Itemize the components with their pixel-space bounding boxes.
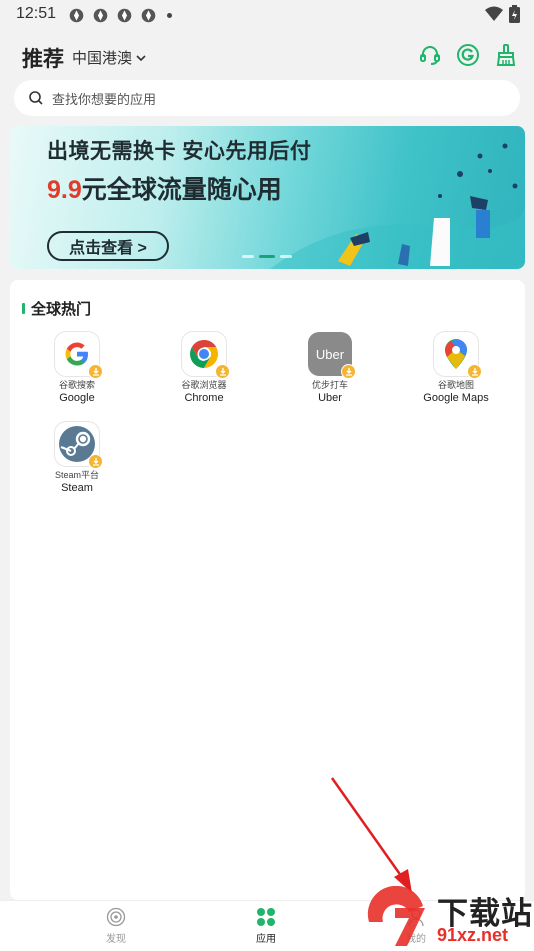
g-coin-icon[interactable] <box>456 43 480 67</box>
chrome-icon <box>182 332 230 379</box>
app-name-cn: Steam平台 <box>54 470 99 480</box>
carousel-indicator <box>242 255 292 258</box>
global-hot-apps-card: 全球热门 谷歌搜索 Google 谷歌浏览器 Chrome Uber 优步打车 … <box>10 280 525 900</box>
headset-icon[interactable] <box>418 43 442 67</box>
clean-brush-icon[interactable] <box>494 43 518 67</box>
app-item-chrome[interactable]: 谷歌浏览器 Chrome <box>146 332 262 405</box>
download-badge-icon <box>341 364 356 379</box>
promo-banner[interactable]: 出境无需换卡 安心先用后付 9.9元全球流量随心用 点击查看 > <box>10 126 525 269</box>
app-name-cn: 优步打车 <box>311 380 348 390</box>
app-name-cn: 谷歌浏览器 <box>181 380 227 390</box>
steam-icon <box>55 422 103 469</box>
app-name-cn: 谷歌地图 <box>437 380 474 390</box>
banner-headline: 出境无需换卡 安心先用后付 <box>47 140 312 163</box>
banner-price: 9.9 <box>47 176 82 204</box>
banner-subheadline: 9.9元全球流量随心用 <box>47 170 282 206</box>
notification-icon <box>93 8 108 23</box>
app-item-google-maps[interactable]: 谷歌地图 Google Maps <box>398 332 514 405</box>
app-item-steam[interactable]: Steam平台 Steam <box>19 422 135 495</box>
app-name-en: Chrome <box>184 392 224 404</box>
search-icon <box>29 91 43 105</box>
banner-cta-button[interactable]: 点击查看 > <box>47 231 169 261</box>
battery-icon <box>509 5 520 23</box>
carousel-dot-active <box>259 255 275 258</box>
header-actions <box>418 43 518 67</box>
app-name-cn: 谷歌搜索 <box>58 380 95 390</box>
google-icon <box>55 332 103 379</box>
region-selector[interactable]: 中国港澳 <box>72 47 146 68</box>
app-item-google[interactable]: 谷歌搜索 Google <box>19 332 135 405</box>
more-notifications-dot <box>167 13 172 18</box>
tab-discover[interactable]: 发现 <box>86 907 146 945</box>
app-item-uber[interactable]: Uber 优步打车 Uber <box>272 332 388 405</box>
status-time: 12:51 <box>16 5 57 22</box>
discover-icon <box>106 907 126 927</box>
notification-icons <box>68 7 172 24</box>
search-placeholder: 查找你想要的应用 <box>52 91 157 107</box>
apps-icon <box>257 908 275 926</box>
header: 推荐 中国港澳 <box>0 36 534 76</box>
section-accent-bar <box>22 303 25 314</box>
section-title: 全球热门 <box>22 298 91 319</box>
section-title-text: 全球热门 <box>31 301 92 318</box>
notification-icon <box>69 8 84 23</box>
page-title: 推荐 <box>22 48 64 71</box>
download-badge-icon <box>215 364 230 379</box>
tab-label: 发现 <box>106 934 126 945</box>
tab-apps[interactable]: 应用 <box>236 907 296 945</box>
carousel-dot <box>280 255 292 258</box>
notification-icon <box>141 8 156 23</box>
search-bar[interactable]: 查找你想要的应用 <box>14 80 520 116</box>
app-name-en: Google Maps <box>423 392 489 404</box>
notification-icon <box>117 8 132 23</box>
app-name-en: Uber <box>318 392 342 404</box>
region-label: 中国港澳 <box>72 50 133 67</box>
app-name-en: Steam <box>61 482 93 494</box>
uber-icon: Uber <box>308 332 356 379</box>
carousel-dot <box>242 255 254 258</box>
download-badge-icon <box>467 364 482 379</box>
download-badge-icon <box>88 364 103 379</box>
uber-logo-text: Uber <box>315 346 345 362</box>
watermark-url: 91xz.net <box>437 925 509 945</box>
banner-offer-text: 元全球流量随心用 <box>81 176 282 204</box>
download-badge-icon <box>88 454 103 469</box>
chevron-down-icon <box>136 54 146 61</box>
system-icons <box>485 5 520 23</box>
tab-label: 应用 <box>256 934 276 945</box>
wifi-icon <box>485 6 503 21</box>
google-maps-icon <box>434 332 482 379</box>
app-name-en: Google <box>59 392 95 404</box>
status-bar: 12:51 <box>0 0 534 30</box>
